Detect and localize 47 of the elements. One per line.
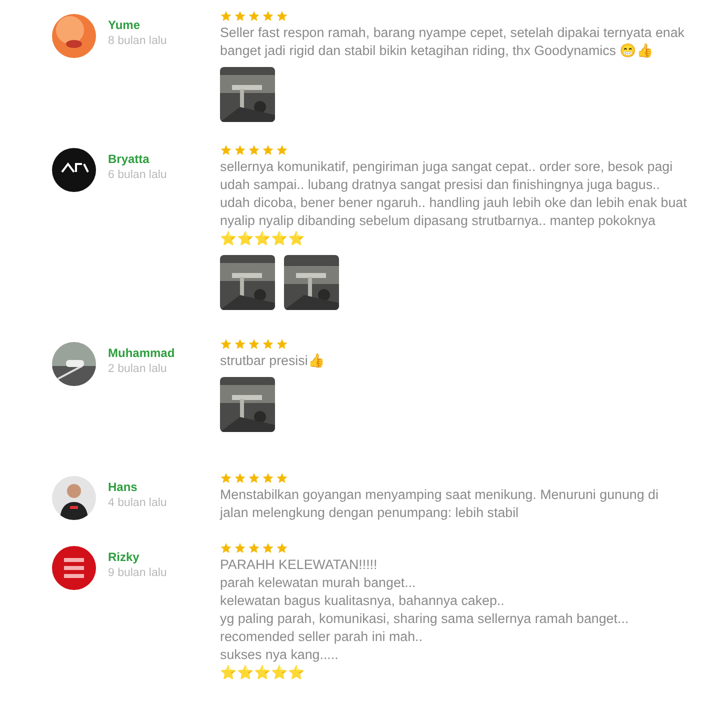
star-icon bbox=[248, 10, 260, 22]
star-icon bbox=[248, 542, 260, 554]
star-icon bbox=[248, 144, 260, 156]
review-time: 2 bulan lalu bbox=[108, 363, 168, 375]
review-text: strutbar presisi👍 bbox=[220, 352, 326, 370]
review-text: yg paling parah, komunikasi, sharing sama sellernya ramah banget... bbox=[220, 610, 630, 628]
star-icon bbox=[262, 542, 274, 554]
star-icon bbox=[276, 338, 288, 350]
reviewer-name: Muhammad bbox=[108, 346, 176, 360]
star-icon bbox=[220, 542, 232, 554]
star-icon bbox=[220, 472, 232, 484]
star-icon bbox=[234, 542, 246, 554]
review-text: sukses nya kang..... bbox=[220, 646, 340, 664]
review-text: Seller fast respon ramah, barang nyampe cepet, setelah dipakai ternyata enak banget jadi rigid dan stabil bikin ketagihan riding, thx Goodynamics 😁👍 bbox=[220, 24, 686, 60]
reviewer-name: Rizky bbox=[108, 550, 140, 564]
star-icon bbox=[248, 338, 260, 350]
star-icon bbox=[262, 338, 274, 350]
star-icon bbox=[262, 472, 274, 484]
star-icon bbox=[276, 144, 288, 156]
reviewer-name: Bryatta bbox=[108, 152, 150, 166]
star-icon bbox=[276, 542, 288, 554]
review-text: recomended seller parah ini mah.. bbox=[220, 628, 424, 646]
review-text: PARAHH KELEWATAN!!!!! bbox=[220, 556, 378, 574]
review-text: parah kelewatan murah banget... bbox=[220, 574, 417, 592]
review-text: kelewatan bagus kualitasnya, bahannya cakep.. bbox=[220, 592, 506, 610]
star-icon bbox=[220, 10, 232, 22]
review-text: ⭐⭐⭐⭐⭐ bbox=[220, 664, 306, 682]
star-icon bbox=[276, 472, 288, 484]
star-icon bbox=[234, 144, 246, 156]
star-icon bbox=[234, 10, 246, 22]
star-icon bbox=[220, 144, 232, 156]
review-text: ⭐⭐⭐⭐⭐ bbox=[220, 230, 306, 248]
review-text: sellernya komunikatif, pengiriman juga sangat cepat.. order sore, besok pagi udah sampai.. lubang dratnya sangat presisi dan finishingnya juga bagus.. udah dicoba, bener bener ngaruh.. handling jauh lebih oke dan lebih enak buat nyalip nyalip dibanding sebelum dipasang strutbarnya.. mantep pokoknya bbox=[220, 158, 688, 230]
star-icon bbox=[262, 10, 274, 22]
star-icon bbox=[234, 338, 246, 350]
star-icon bbox=[248, 472, 260, 484]
review-time: 4 bulan lalu bbox=[108, 497, 168, 509]
review-text: Menstabilkan goyangan menyamping saat menikung. Menuruni gunung di jalan melengkung dengan penumpang: lebih stabil bbox=[220, 486, 660, 522]
review-time: 8 bulan lalu bbox=[108, 35, 168, 47]
star-icon bbox=[262, 144, 274, 156]
reviewer-name: Hans bbox=[108, 480, 138, 494]
review-time: 9 bulan lalu bbox=[108, 567, 168, 579]
star-icon bbox=[234, 472, 246, 484]
star-icon bbox=[276, 10, 288, 22]
reviewer-name: Yume bbox=[108, 18, 142, 32]
review-time: 6 bulan lalu bbox=[108, 169, 168, 181]
star-icon bbox=[220, 338, 232, 350]
